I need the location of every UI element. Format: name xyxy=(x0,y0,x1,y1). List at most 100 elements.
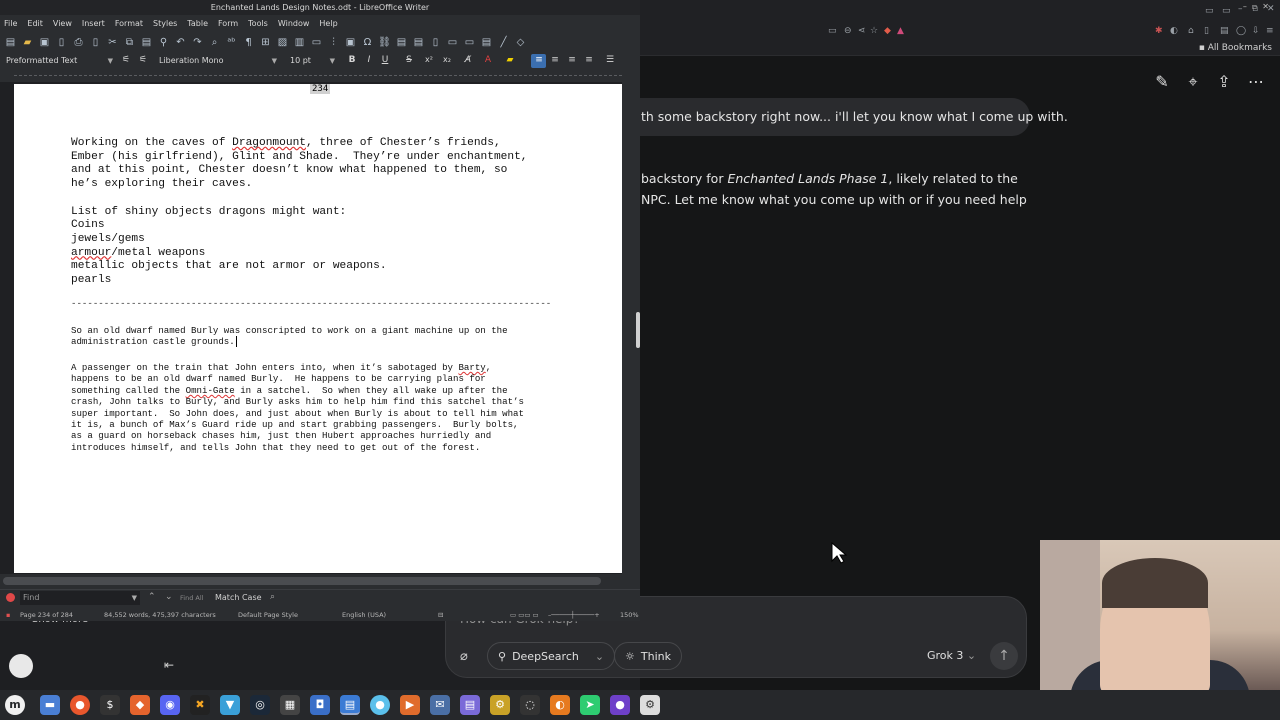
vertical-scroll-thumb[interactable] xyxy=(636,312,640,348)
model-selector[interactable]: Grok 3 ⌄ xyxy=(927,649,976,662)
app-icon-2[interactable]: ◌ xyxy=(520,695,540,715)
hyperlink-icon[interactable]: ⛓ xyxy=(378,37,391,48)
page-number-field[interactable]: 234 xyxy=(310,84,331,94)
subscript-button[interactable]: x₂ xyxy=(440,55,454,64)
insert-image-icon[interactable]: ▨ xyxy=(276,37,289,48)
menu-tools[interactable]: Tools xyxy=(248,19,268,28)
more-options-icon[interactable]: ⋯ xyxy=(1246,72,1266,91)
user-avatar[interactable] xyxy=(9,654,33,678)
pin-icon[interactable]: ⌖ xyxy=(1183,72,1203,92)
chevron-down-icon[interactable]: ⌄ xyxy=(595,650,604,663)
italic-button[interactable]: I xyxy=(362,55,376,65)
settings-app-icon[interactable]: ⚙ xyxy=(490,695,510,715)
doc-line[interactable]: and at this point, Chester doesn’t know … xyxy=(71,164,507,178)
match-case-checkbox[interactable]: Match Case xyxy=(215,593,262,602)
doc-line[interactable]: he’s exploring their caves. xyxy=(71,178,252,192)
track-changes-icon[interactable]: ▤ xyxy=(480,37,493,48)
puzzle-icon[interactable]: ⌂ xyxy=(1188,26,1194,36)
find-replace-icon[interactable]: ⌕ xyxy=(208,37,221,48)
deepsearch-button[interactable]: ⚲ DeepSearch ⌄ xyxy=(487,642,616,670)
doc-line[interactable]: pearls xyxy=(71,274,111,288)
menu-table[interactable]: Table xyxy=(187,19,208,28)
doc-line[interactable]: introduces himself, and tells John that … xyxy=(71,442,480,453)
github-icon[interactable]: ● xyxy=(610,695,630,715)
doc-line[interactable]: Coins xyxy=(71,219,105,233)
align-center-icon[interactable]: ≡ xyxy=(548,55,562,65)
doc-line[interactable]: armour/metal weapons xyxy=(71,247,205,261)
open-folder-icon[interactable]: ▰ xyxy=(21,37,34,48)
system-settings-icon[interactable]: ⚙ xyxy=(640,695,660,715)
doc-line[interactable]: Working on the caves of Dragonmount, thr… xyxy=(71,137,501,151)
rewards-icon[interactable]: ▲ xyxy=(897,26,904,36)
window-controls[interactable]: –▫✕ xyxy=(1243,2,1274,11)
steam-icon[interactable]: ◎ xyxy=(250,695,270,715)
export-pdf-icon[interactable]: ▯ xyxy=(55,37,68,48)
find-previous-icon[interactable]: ⌃ xyxy=(148,592,156,602)
chevron-down-icon[interactable]: ▼ xyxy=(132,591,137,605)
doc-line[interactable]: List of shiny objects dragons might want… xyxy=(71,206,346,220)
misspelled-word[interactable]: Omni-Gate xyxy=(186,385,235,396)
zoom-slider[interactable]: –─────┼─────+ xyxy=(548,611,600,619)
update-style-icon[interactable]: ⚟ xyxy=(119,55,133,65)
formatting-marks-icon[interactable]: ¶ xyxy=(242,37,255,48)
new-document-icon[interactable]: ▤ xyxy=(4,37,17,48)
cross-reference-icon[interactable]: ▭ xyxy=(446,37,459,48)
strikethrough-button[interactable]: S xyxy=(402,55,416,65)
menu-help[interactable]: Help xyxy=(319,19,337,28)
doc-line[interactable]: Ember (his girlfriend), Glint and Shade.… xyxy=(71,151,528,165)
insert-field-icon[interactable]: ▣ xyxy=(344,37,357,48)
notes-icon[interactable]: ▤ xyxy=(460,695,480,715)
find-all-button[interactable]: Find All xyxy=(180,594,203,602)
insert-mode-icon[interactable]: ⊟ xyxy=(438,611,443,619)
minimize-icon[interactable]: – xyxy=(1238,4,1243,14)
endnote-icon[interactable]: ▤ xyxy=(412,37,425,48)
page-style[interactable]: Default Page Style xyxy=(238,611,298,619)
highlight-color-icon[interactable]: ▰ xyxy=(503,55,517,65)
file-manager-icon[interactable]: ▬ xyxy=(40,695,60,715)
insert-textbox-icon[interactable]: ▭ xyxy=(310,37,323,48)
font-color-icon[interactable]: A xyxy=(481,55,495,65)
menu-window[interactable]: Window xyxy=(278,19,310,28)
share-conversation-icon[interactable]: ⇪ xyxy=(1214,72,1234,91)
terminal-icon[interactable]: $ xyxy=(100,695,120,715)
menu-form[interactable]: Form xyxy=(218,19,238,28)
menu-edit[interactable]: Edit xyxy=(27,19,43,28)
menu-styles[interactable]: Styles xyxy=(153,19,177,28)
bookmark-icon[interactable]: ☆ xyxy=(870,26,878,36)
game-icon[interactable]: ▦ xyxy=(280,695,300,715)
spelling-icon[interactable]: ᵃᵇ xyxy=(225,37,238,48)
word-count[interactable]: 84,552 words, 475,397 characters xyxy=(104,611,216,619)
edit-icon[interactable]: ✎ xyxy=(1152,72,1172,91)
doc-line[interactable]: it is, a bunch of Max’s Guard ride up an… xyxy=(71,419,519,430)
profile-icon[interactable]: ◯ xyxy=(1236,26,1246,36)
align-right-icon[interactable]: ≡ xyxy=(565,55,579,65)
cut-icon[interactable]: ✂ xyxy=(106,37,119,48)
font-name-combo[interactable]: Liberation Mono ▼ xyxy=(155,54,280,68)
brave-icon[interactable]: ◆ xyxy=(130,695,150,715)
basic-shapes-icon[interactable]: ◇ xyxy=(514,37,527,48)
bookmark-icon[interactable]: ▯ xyxy=(429,37,442,48)
superscript-button[interactable]: x² xyxy=(422,55,436,64)
doc-line[interactable]: So an old dwarf named Burly was conscrip… xyxy=(71,325,508,336)
browser-icon[interactable]: ● xyxy=(370,695,390,715)
bold-button[interactable]: B xyxy=(345,55,359,65)
underline-button[interactable]: U xyxy=(378,55,392,65)
find-input[interactable]: Find ▼ xyxy=(20,591,140,605)
print-preview-icon[interactable]: ▯ xyxy=(89,37,102,48)
font-size-combo[interactable]: 10 pt ▼ xyxy=(286,54,338,68)
blender-icon[interactable]: ◐ xyxy=(550,695,570,715)
clear-formatting-icon[interactable]: A̸ xyxy=(461,55,475,65)
tab-icon[interactable]: ▭ xyxy=(1222,6,1231,16)
find-next-icon[interactable]: ⌄ xyxy=(165,592,173,602)
app-icon[interactable]: ✖ xyxy=(190,695,210,715)
doc-line[interactable]: A passenger on the train that John enter… xyxy=(71,362,491,373)
print-icon[interactable]: ⎙ xyxy=(72,37,85,48)
list-icon[interactable]: ☰ xyxy=(603,55,617,65)
sidebar-icon[interactable]: ▯ xyxy=(1204,26,1209,36)
send-button[interactable]: ↑ xyxy=(990,642,1018,670)
extension-icon-2[interactable]: ◐ xyxy=(1170,26,1178,36)
misspelled-word[interactable]: Dragonmount xyxy=(232,137,306,149)
all-bookmarks-label[interactable]: ▪ All Bookmarks xyxy=(1199,43,1272,53)
screenshot-icon[interactable]: ▭ xyxy=(828,26,837,36)
firefox-icon[interactable]: ● xyxy=(70,695,90,715)
